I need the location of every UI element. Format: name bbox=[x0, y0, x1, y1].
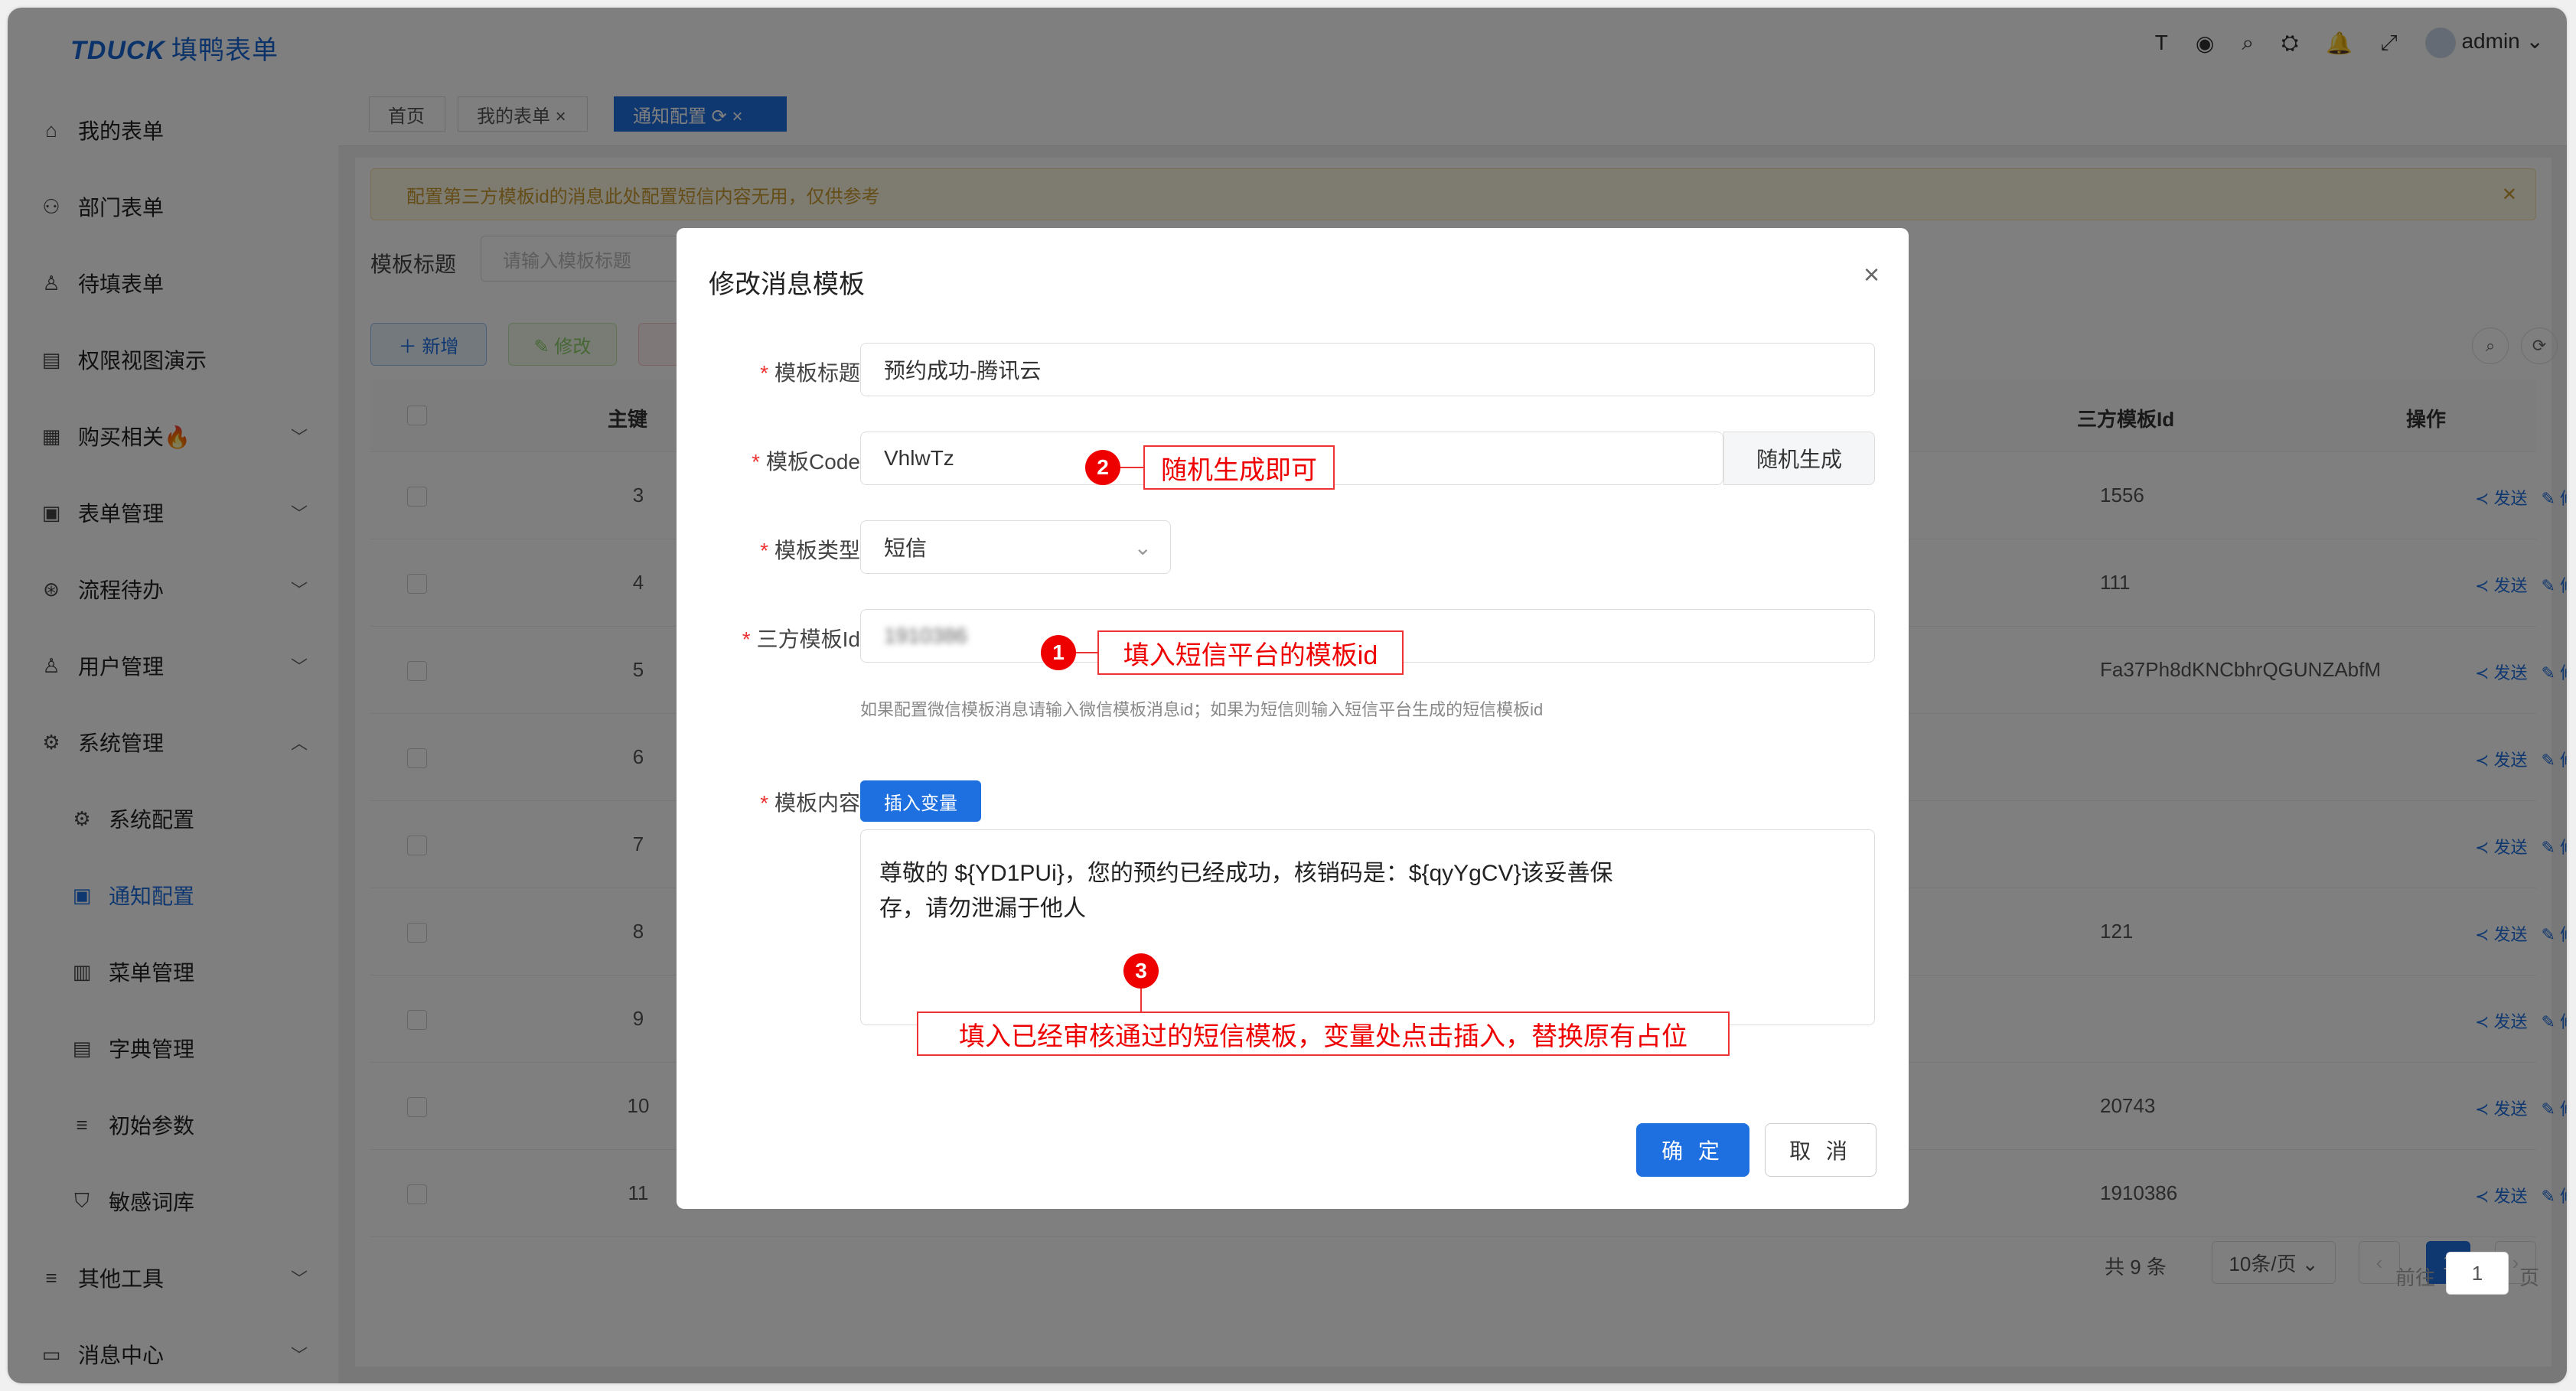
annotation-3-label: 填入已经审核通过的短信模板，变量处点击插入，替换原有占位 bbox=[917, 1011, 1730, 1056]
type-label-text: 模板类型 bbox=[774, 539, 860, 562]
confirm-button[interactable]: 确 定 bbox=[1636, 1123, 1749, 1177]
code-label: * 模板Code bbox=[752, 450, 860, 474]
app-window: TDUCK填鸭表单 ⌂我的表单 ⚇部门表单 ♙待填表单 ▤权限视图演示 ▦购买相… bbox=[8, 8, 2567, 1383]
goto-page-input[interactable]: 1 bbox=[2446, 1252, 2509, 1295]
title-label: * 模板标题 bbox=[760, 361, 860, 385]
content-label: * 模板内容 bbox=[760, 791, 860, 815]
edit-template-dialog: 修改消息模板 × * 模板标题 预约成功-腾讯云 * 模板Code VhlwTz 随… bbox=[677, 228, 1909, 1209]
third-id-hint: 如果配置微信模板消息请输入微信模板消息id；如果为短信则输入短信平台生成的短信模… bbox=[860, 700, 1544, 719]
annotation-3-badge: 3 bbox=[1123, 953, 1159, 989]
cancel-button[interactable]: 取 消 bbox=[1765, 1123, 1877, 1177]
third-id-label: * 三方模板Id bbox=[742, 627, 860, 651]
annotation-3-line bbox=[1140, 989, 1142, 1011]
random-generate-button[interactable]: 随机生成 bbox=[1723, 432, 1875, 485]
content-line-1: 尊敬的 ${YD1PUi}，您的预约已经成功，核销码是：${qyYgCV}该妥善… bbox=[879, 861, 1613, 886]
goto-unit: 页 bbox=[2519, 1266, 2540, 1289]
goto-label: 前往 bbox=[2395, 1266, 2436, 1289]
code-label-text: 模板Code bbox=[766, 450, 860, 474]
template-content-textarea[interactable]: 尊敬的 ${YD1PUi}，您的预约已经成功，核销码是：${qyYgCV}该妥善… bbox=[860, 829, 1875, 1025]
close-icon[interactable]: × bbox=[1864, 259, 1880, 291]
insert-variable-button[interactable]: 插入变量 bbox=[860, 780, 981, 822]
dialog-title: 修改消息模板 bbox=[709, 270, 865, 299]
type-label: * 模板类型 bbox=[760, 539, 860, 562]
title-label-text: 模板标题 bbox=[774, 361, 860, 385]
annotation-1-badge: 1 bbox=[1041, 635, 1076, 670]
content-label-text: 模板内容 bbox=[774, 791, 860, 815]
annotation-2-badge: 2 bbox=[1085, 450, 1120, 485]
annotation-1-label: 填入短信平台的模板id bbox=[1097, 630, 1404, 675]
annotation-2-line bbox=[1120, 467, 1143, 468]
template-title-input[interactable]: 预约成功-腾讯云 bbox=[860, 343, 1875, 396]
annotation-2-label: 随机生成即可 bbox=[1143, 445, 1335, 490]
annotation-1-line bbox=[1076, 652, 1097, 653]
chevron-down-icon: ⌄ bbox=[1133, 535, 1152, 559]
third-id-value: 1910386 bbox=[884, 624, 968, 647]
content-line-2: 存，请勿泄漏于他人 bbox=[879, 896, 1086, 921]
template-type-select[interactable]: 短信 ⌄ bbox=[860, 520, 1171, 574]
type-select-value: 短信 bbox=[884, 536, 928, 560]
third-id-label-text: 三方模板Id bbox=[756, 627, 860, 651]
